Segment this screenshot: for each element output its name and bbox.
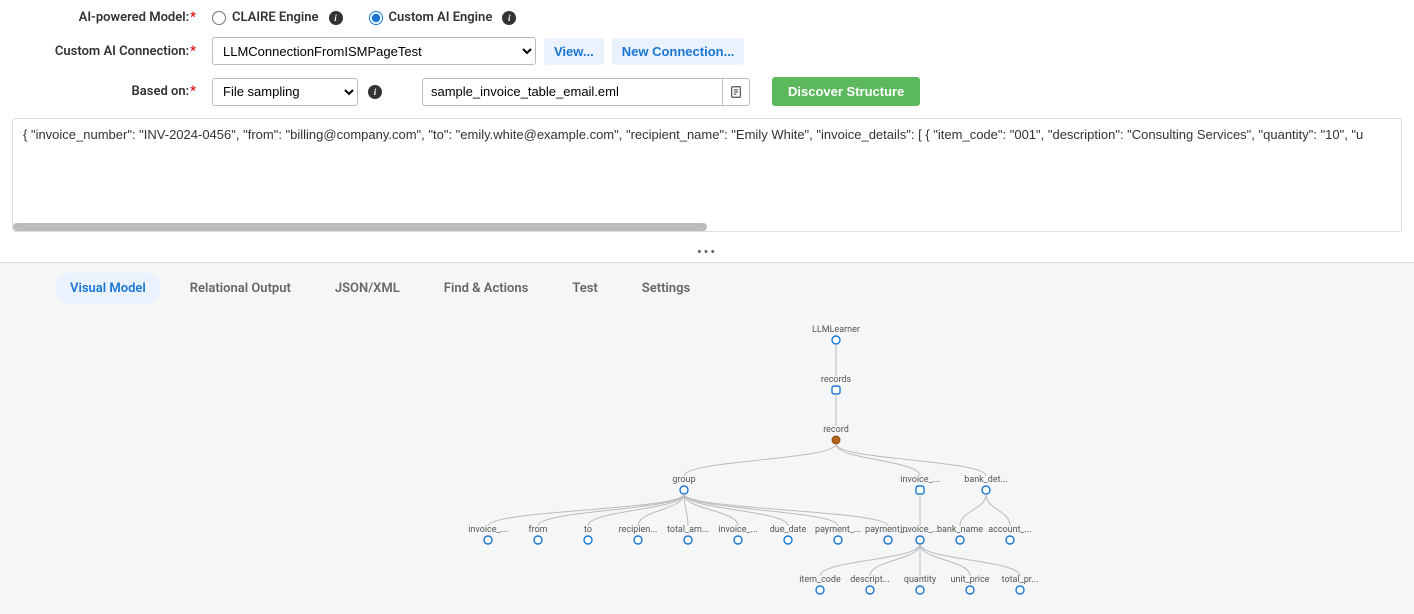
tab-relational-output[interactable]: Relational Output	[176, 273, 305, 304]
svg-text:LLMLearner: LLMLearner	[812, 325, 860, 335]
info-icon[interactable]: i	[329, 11, 343, 25]
custom-engine-radio[interactable]	[369, 11, 383, 25]
custom-engine-text: Custom AI Engine	[389, 10, 493, 25]
svg-text:payment_...: payment_...	[815, 525, 861, 535]
svg-text:quantity: quantity	[904, 575, 937, 585]
visual-model-diagram[interactable]: LLMLearnerrecordsrecordgroupinvoice_...b…	[0, 304, 1414, 614]
svg-text:bank_name: bank_name	[937, 525, 983, 535]
horizontal-scrollbar[interactable]	[13, 223, 707, 231]
svg-text:total_am...: total_am...	[667, 525, 709, 535]
discover-structure-button[interactable]: Discover Structure	[772, 77, 920, 106]
view-button[interactable]: View...	[544, 38, 604, 65]
claire-engine-radio[interactable]	[212, 11, 226, 25]
browse-file-button[interactable]	[722, 78, 750, 106]
svg-text:invoice_...: invoice_...	[900, 475, 939, 485]
tab-test[interactable]: Test	[558, 273, 611, 304]
svg-text:invoice_...: invoice_...	[468, 525, 507, 535]
json-preview-panel[interactable]: { "invoice_number": "INV-2024-0456", "fr…	[12, 118, 1402, 232]
svg-text:invoice_...: invoice_...	[718, 525, 757, 535]
tab-json-xml[interactable]: JSON/XML	[321, 273, 414, 304]
svg-text:to: to	[584, 525, 592, 535]
svg-text:from: from	[528, 525, 547, 535]
svg-text:group: group	[672, 475, 695, 485]
claire-engine-radio-label[interactable]: CLAIRE Engine	[212, 10, 319, 25]
resize-grip[interactable]: •••	[0, 242, 1414, 262]
svg-text:records: records	[821, 375, 852, 385]
svg-text:total_pr...: total_pr...	[1002, 575, 1039, 585]
svg-text:descript...: descript...	[850, 575, 890, 585]
tab-find-actions[interactable]: Find & Actions	[430, 273, 543, 304]
tabs: Visual Model Relational Output JSON/XML …	[0, 263, 1414, 304]
tab-visual-model[interactable]: Visual Model	[56, 273, 160, 304]
sample-file-input[interactable]	[422, 78, 722, 106]
tab-settings[interactable]: Settings	[628, 273, 704, 304]
custom-connection-label: Custom AI Connection:*	[12, 44, 212, 59]
svg-text:bank_det...: bank_det...	[964, 475, 1007, 485]
svg-text:invoice_...: invoice_...	[900, 525, 939, 535]
based-on-select[interactable]: File sampling	[212, 78, 358, 106]
new-connection-button[interactable]: New Connection...	[612, 38, 745, 65]
ai-model-label: AI-powered Model:*	[12, 10, 212, 25]
json-preview-text: { "invoice_number": "INV-2024-0456", "fr…	[23, 127, 1363, 142]
connection-select[interactable]: LLMConnectionFromISMPageTest	[212, 37, 536, 65]
svg-text:unit_price: unit_price	[951, 575, 990, 585]
document-icon	[729, 85, 743, 99]
svg-text:recipien...: recipien...	[619, 525, 658, 535]
info-icon[interactable]: i	[502, 11, 516, 25]
based-on-label: Based on:*	[12, 84, 212, 99]
claire-engine-text: CLAIRE Engine	[232, 10, 319, 25]
custom-engine-radio-label[interactable]: Custom AI Engine	[369, 10, 493, 25]
svg-text:due_date: due_date	[770, 525, 807, 535]
svg-text:item_code: item_code	[799, 575, 841, 585]
svg-text:account_...: account_...	[988, 525, 1032, 535]
svg-text:record: record	[823, 425, 849, 435]
info-icon[interactable]: i	[368, 85, 382, 99]
